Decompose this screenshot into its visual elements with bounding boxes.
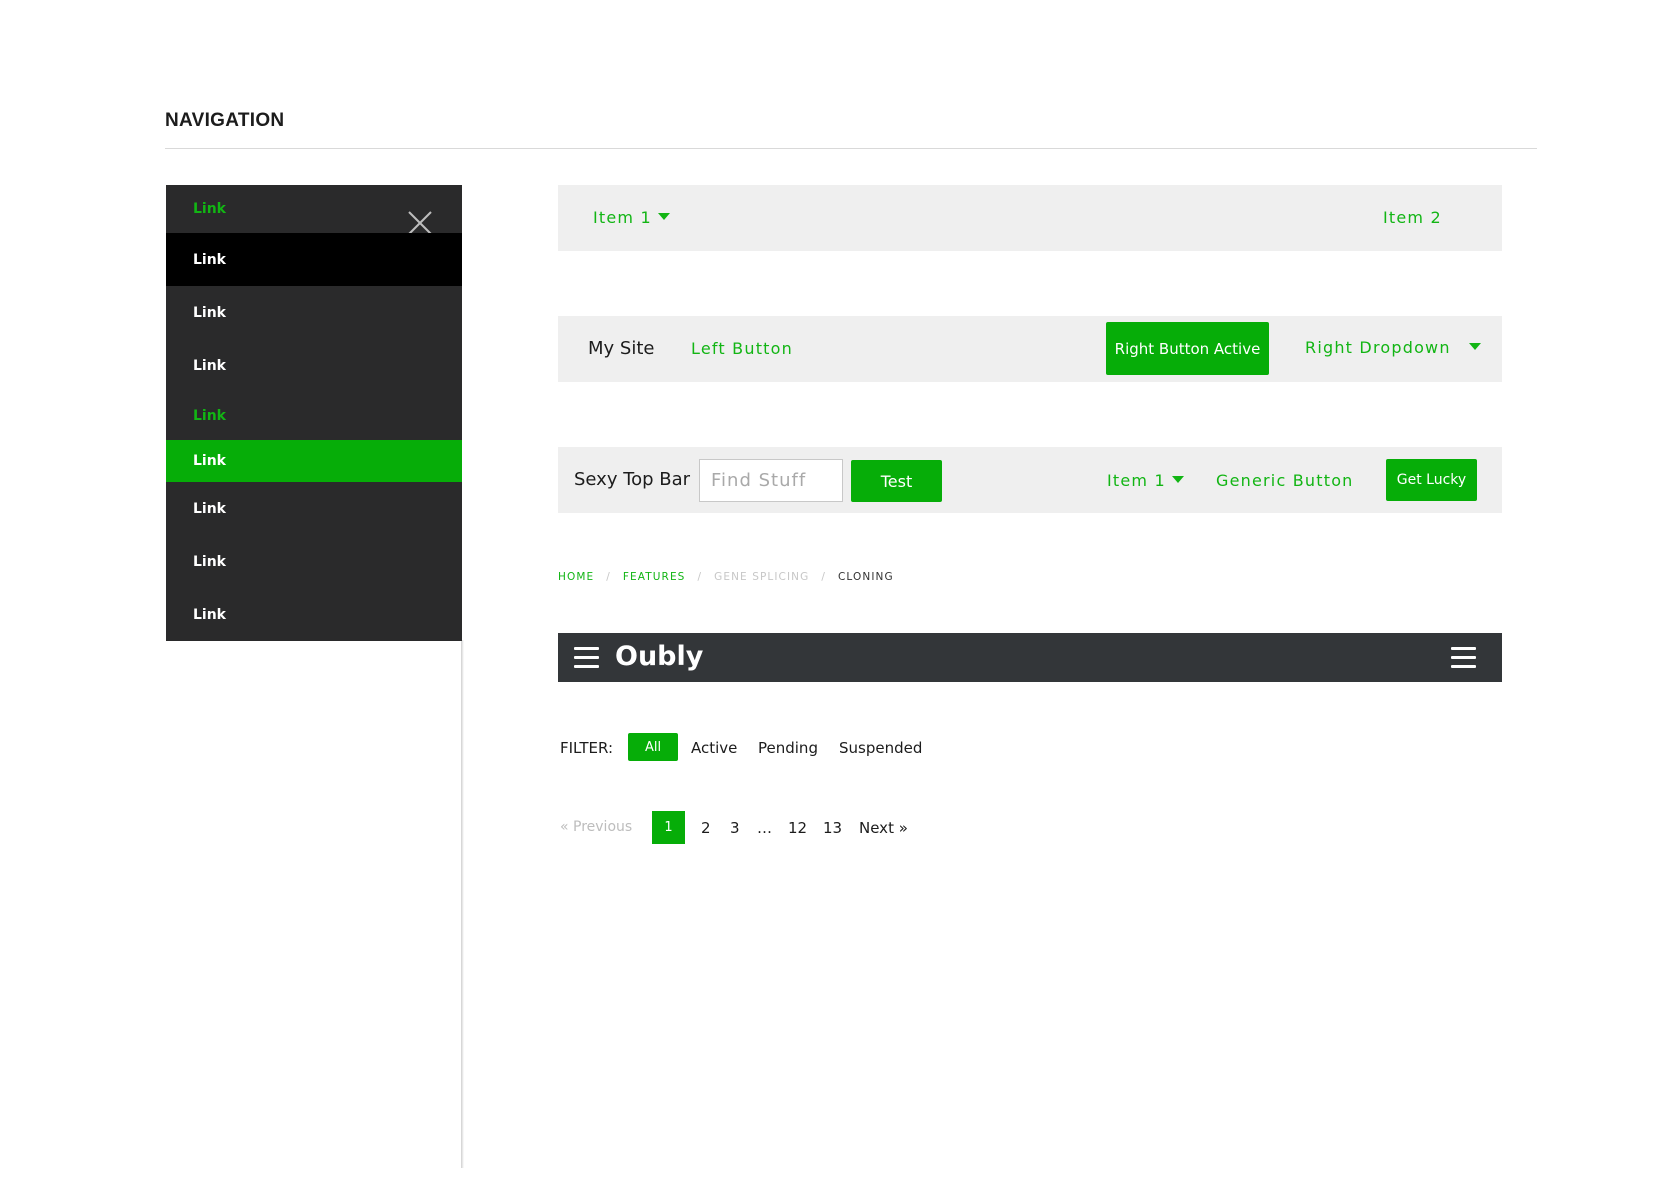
right-button-active[interactable]: Right Button Active: [1106, 322, 1269, 375]
offcanvas-link-3[interactable]: Link: [166, 286, 462, 339]
pagination-page[interactable]: 2: [701, 819, 711, 837]
app-bar: Oubly: [558, 633, 1502, 682]
breadcrumb-gene-splicing: GENE SPLICING: [714, 571, 810, 583]
right-dropdown[interactable]: Right Dropdown: [1305, 338, 1481, 358]
title-divider: [165, 148, 1537, 149]
offcanvas-link-4[interactable]: Link: [166, 339, 462, 392]
generic-button[interactable]: Generic Button: [1216, 471, 1354, 491]
breadcrumb-separator: /: [606, 571, 611, 583]
offcanvas-menu: Link Link Link Link Link Link Link Link …: [166, 185, 462, 641]
offcanvas-link-5[interactable]: Link: [166, 392, 462, 440]
offcanvas-shadow: [461, 640, 464, 1168]
simple-bar-item-1[interactable]: Item 1: [593, 208, 670, 228]
breadcrumb-features[interactable]: FEATURES: [623, 571, 686, 583]
filter-option-suspended[interactable]: Suspended: [839, 739, 922, 757]
simple-bar-item-1-label: Item 1: [593, 208, 652, 227]
offcanvas-link-6-active[interactable]: Link: [166, 440, 462, 482]
breadcrumb-separator: /: [697, 571, 703, 583]
pagination-page[interactable]: 3: [730, 819, 740, 837]
caret-down-icon: [657, 213, 670, 220]
pagination-previous: « Previous: [560, 819, 633, 835]
pagination-page[interactable]: 12: [788, 819, 807, 837]
filter-label: FILTER:: [560, 739, 613, 757]
search-input[interactable]: Find Stuff: [699, 459, 843, 502]
filter-option-active[interactable]: Active: [691, 739, 737, 757]
offcanvas-link-2[interactable]: Link: [166, 233, 462, 286]
pagination-page[interactable]: 13: [823, 819, 842, 837]
app-title[interactable]: Oubly: [615, 640, 703, 674]
search-button[interactable]: Test: [851, 460, 942, 502]
caret-down-icon: [1171, 476, 1184, 483]
offcanvas-link-9[interactable]: Link: [166, 588, 462, 641]
right-dropdown-label: Right Dropdown: [1305, 338, 1451, 357]
top-bar: Sexy Top Bar Find Stuff Test Item 1 Gene…: [558, 447, 1502, 513]
top-bar-brand[interactable]: Sexy Top Bar: [574, 469, 690, 491]
site-brand[interactable]: My Site: [588, 338, 654, 360]
hamburger-icon[interactable]: [574, 647, 599, 668]
offcanvas-link-8[interactable]: Link: [166, 535, 462, 588]
top-bar-item-1[interactable]: Item 1: [1107, 471, 1184, 491]
top-bar-item-1-label: Item 1: [1107, 471, 1166, 490]
left-button[interactable]: Left Button: [691, 339, 793, 359]
page-title: NAVIGATION: [165, 110, 285, 131]
caret-down-icon: [1468, 343, 1481, 350]
pagination-next[interactable]: Next »: [859, 819, 908, 837]
pagination-ellipsis: …: [757, 819, 772, 837]
hamburger-icon[interactable]: [1451, 647, 1476, 668]
simple-bar-item-2[interactable]: Item 2: [1383, 208, 1442, 228]
filter-option-all[interactable]: All: [628, 733, 678, 761]
offcanvas-link-7[interactable]: Link: [166, 482, 462, 535]
breadcrumb: HOME / FEATURES / GENE SPLICING / CLONIN…: [558, 569, 894, 585]
get-lucky-button[interactable]: Get Lucky: [1386, 459, 1477, 501]
pagination-page-current[interactable]: 1: [652, 811, 685, 844]
breadcrumb-cloning: CLONING: [838, 571, 894, 583]
site-nav-bar: My Site Left Button Right Button Active …: [558, 316, 1502, 382]
filter-option-pending[interactable]: Pending: [758, 739, 818, 757]
simple-nav-bar: Item 1 Item 2: [558, 185, 1502, 251]
breadcrumb-home[interactable]: HOME: [558, 571, 594, 583]
breadcrumb-separator: /: [821, 571, 826, 583]
